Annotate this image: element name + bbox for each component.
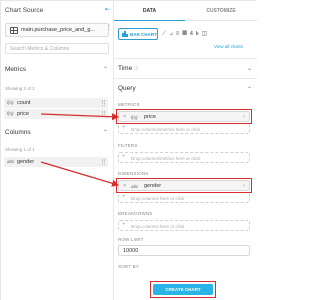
tab-customize[interactable]: CUSTOMIZE	[185, 1, 257, 21]
drag-handle-icon[interactable]	[102, 159, 105, 165]
create-chart-highlight: CREATE CHART	[150, 281, 216, 298]
bar-chart-icon	[122, 31, 128, 37]
columns-count: Showing 1 of 1	[5, 147, 35, 152]
chevron-down-icon[interactable]: ⌄	[247, 65, 252, 72]
string-type-icon: abc	[7, 159, 15, 164]
chart-builder: Chart Source ⇤ main.purchase_price_and_g…	[0, 0, 257, 300]
dimensions-drop-zone[interactable]: + Drop columns here or click	[118, 192, 250, 203]
row-limit-value: 10000	[123, 248, 139, 254]
column-label: gender	[17, 158, 35, 165]
function-icon: f(x)	[7, 111, 14, 116]
chart-type-label: BAR CHART	[130, 32, 157, 37]
metric-item-price[interactable]: f(x) price	[4, 109, 108, 119]
function-icon: f(x)	[7, 100, 14, 105]
query-panel: DATA CUSTOMIZE BAR CHART ⟋◿≡▦4k◫ View al…	[114, 1, 257, 300]
metrics-section-title[interactable]: Metrics	[5, 66, 26, 73]
drop-hint: Drop columns/metrics here or click	[131, 155, 201, 161]
sort-by-label: SORT BY	[118, 264, 139, 269]
dataset-selector[interactable]: main.purchase_price_and_g...	[5, 23, 109, 37]
metric-label: price	[17, 110, 29, 117]
collapse-panel-icon[interactable]: ⇤	[105, 6, 110, 13]
plus-icon: +	[122, 194, 126, 200]
table-icon[interactable]: ▦	[182, 31, 190, 37]
plus-icon: +	[122, 154, 126, 160]
plus-icon: +	[122, 222, 126, 228]
drag-handle-icon[interactable]	[102, 100, 105, 106]
divider	[114, 78, 257, 79]
info-icon: ⓘ	[134, 66, 140, 72]
metrics-drop-zone[interactable]: + Drop columns/metrics here or click	[118, 123, 250, 134]
chevron-up-icon[interactable]: ⌃	[103, 129, 108, 136]
plus-icon: +	[122, 125, 126, 131]
chart-type-shortcuts[interactable]: ⟋◿≡▦4k◫	[162, 30, 210, 38]
create-chart-button[interactable]: CREATE CHART	[153, 284, 213, 295]
dataset-name: main.purchase_price_and_g...	[21, 27, 95, 33]
tab-data[interactable]: DATA	[114, 1, 185, 21]
row-limit-label: ROW LIMIT	[118, 237, 144, 242]
table-icon	[10, 27, 18, 34]
row-limit-select[interactable]: 10000	[118, 245, 250, 256]
metrics-label: METRICS	[118, 102, 140, 107]
dimension-pill-highlight	[116, 178, 252, 193]
column-item-gender[interactable]: abc gender	[4, 157, 108, 167]
drop-hint: Drop columns here or click	[131, 195, 185, 201]
chart-source-title: Chart Source	[5, 7, 44, 14]
metrics-count: Showing 2 of 2	[5, 86, 35, 91]
filters-drop-zone[interactable]: + Drop columns/metrics here or click	[118, 152, 250, 163]
breakdowns-label: BREAKDOWNS	[118, 211, 153, 216]
filters-label: FILTERS	[118, 143, 138, 148]
metric-label: count	[17, 99, 31, 106]
view-all-charts-link[interactable]: View all charts	[214, 44, 243, 49]
columns-section-title[interactable]: Columns	[5, 129, 31, 136]
metric-item-count[interactable]: f(x) count	[4, 98, 108, 108]
big-number-icon[interactable]: 4k	[190, 31, 202, 37]
search-input[interactable]: Search Metrics & Columns	[5, 43, 109, 54]
breakdowns-drop-zone[interactable]: + Drop columns here or click	[118, 220, 250, 231]
divider	[114, 58, 257, 59]
drop-hint: Drop columns here or click	[131, 223, 185, 229]
dimensions-label: DIMENSIONS	[118, 171, 149, 176]
chevron-up-icon[interactable]: ⌃	[103, 66, 108, 73]
time-section-title[interactable]: Time ⓘ	[118, 65, 139, 72]
drop-hint: Drop columns/metrics here or click	[131, 126, 201, 132]
chart-source-panel: Chart Source ⇤ main.purchase_price_and_g…	[1, 1, 114, 300]
metric-pill-highlight	[116, 109, 252, 124]
drag-handle-icon[interactable]	[102, 111, 105, 117]
more-charts-icon[interactable]: ◫	[202, 31, 211, 37]
dataset-menu-icon[interactable]: ⋮	[106, 24, 112, 31]
chart-type-selector[interactable]: BAR CHART	[118, 28, 158, 40]
chevron-up-icon[interactable]: ⌃	[247, 86, 252, 93]
search-placeholder: Search Metrics & Columns	[10, 46, 70, 52]
query-section-title[interactable]: Query	[118, 85, 136, 92]
